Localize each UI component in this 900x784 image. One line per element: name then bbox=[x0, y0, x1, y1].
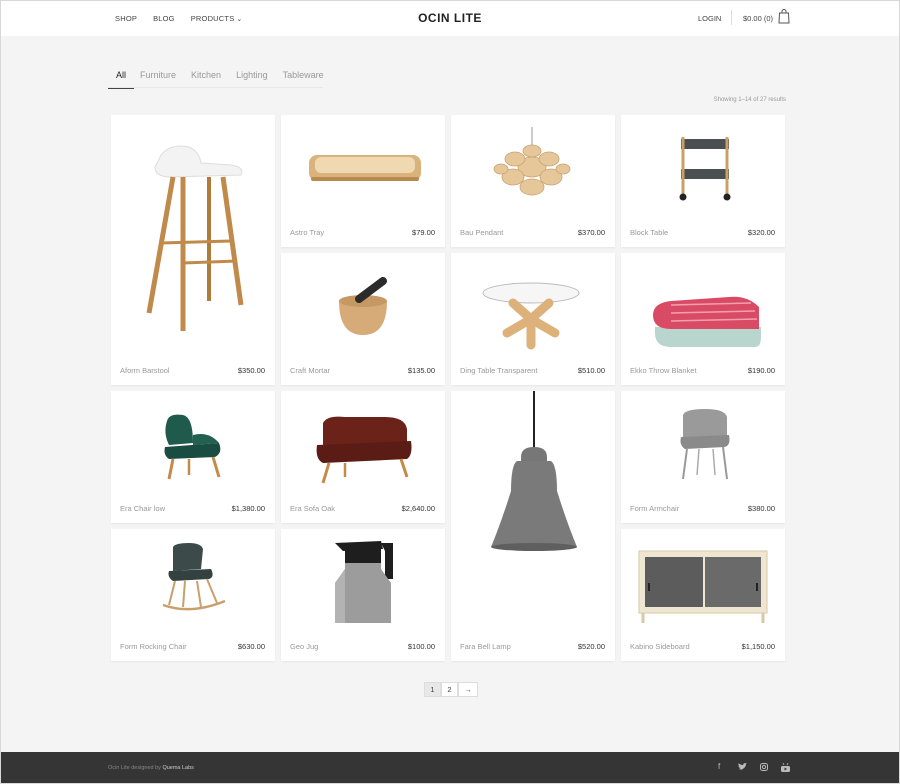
product-price: $510.00 bbox=[577, 366, 605, 375]
next-page-button[interactable]: → bbox=[458, 682, 478, 697]
product-card-era-sofa[interactable]: Era Sofa Oak $2,640.00 bbox=[281, 391, 445, 523]
login-link[interactable]: LOGIN bbox=[698, 14, 721, 23]
product-card-form-rocking-chair[interactable]: Form Rocking Chair $630.00 bbox=[111, 529, 275, 661]
product-name[interactable]: Ekko Throw Blanket bbox=[630, 366, 697, 375]
sofa-image bbox=[316, 416, 412, 484]
twitter-icon[interactable] bbox=[738, 763, 747, 771]
product-name[interactable]: Astro Tray bbox=[290, 228, 324, 237]
pagination: 1 2 → bbox=[424, 682, 478, 697]
footer-credit-prefix: Ocin Lite designed by bbox=[108, 765, 161, 771]
product-price: $630.00 bbox=[237, 642, 265, 651]
product-card-block-table[interactable]: Block Table $320.00 bbox=[621, 115, 785, 247]
product-price: $320.00 bbox=[747, 228, 775, 237]
product-price: $135.00 bbox=[407, 366, 435, 375]
shopping-bag-icon[interactable] bbox=[778, 9, 790, 24]
product-price: $2,640.00 bbox=[401, 504, 435, 513]
sideboard-image bbox=[638, 550, 768, 623]
product-price: $350.00 bbox=[237, 366, 265, 375]
jug-image bbox=[335, 541, 393, 623]
product-card-fara-bell-lamp[interactable]: Fara Bell Lamp $520.00 bbox=[451, 391, 615, 661]
product-card-ding-table[interactable]: Ding Table Transparent $510.00 bbox=[451, 253, 615, 385]
product-card-era-chair-low[interactable]: Era Chair low $1,380.00 bbox=[111, 391, 275, 523]
product-price: $1,150.00 bbox=[741, 642, 775, 651]
product-price: $370.00 bbox=[577, 228, 605, 237]
product-name[interactable]: Fara Bell Lamp bbox=[460, 642, 511, 651]
product-name[interactable]: Kabino Sideboard bbox=[630, 642, 690, 651]
pendant-image bbox=[493, 127, 571, 196]
product-name[interactable]: Form Armchair bbox=[630, 504, 679, 513]
page-1-button[interactable]: 1 bbox=[424, 682, 441, 697]
cart-total[interactable]: $0.00 (0) bbox=[743, 14, 773, 23]
product-card-ekko-blanket[interactable]: Ekko Throw Blanket $190.00 bbox=[621, 253, 785, 385]
product-card-kabino-sideboard[interactable]: Kabino Sideboard $1,150.00 bbox=[621, 529, 785, 661]
product-price: $1,380.00 bbox=[231, 504, 265, 513]
product-card-astro-tray[interactable]: Astro Tray $79.00 bbox=[281, 115, 445, 247]
instagram-icon[interactable] bbox=[760, 763, 768, 771]
product-name[interactable]: Block Table bbox=[630, 228, 668, 237]
barstool-image bbox=[146, 145, 244, 331]
filter-underline bbox=[108, 87, 323, 88]
form-armchair-image bbox=[680, 409, 730, 480]
product-price: $380.00 bbox=[747, 504, 775, 513]
era-chair-image bbox=[164, 414, 221, 480]
ding-table-image bbox=[482, 282, 580, 350]
site-header: SHOP BLOG PRODUCTS ⌄ OCIN LITE LOGIN $0.0… bbox=[1, 1, 899, 36]
product-card-form-armchair[interactable]: Form Armchair $380.00 bbox=[621, 391, 785, 523]
product-name[interactable]: Era Chair low bbox=[120, 504, 165, 513]
product-card-aform-barstool[interactable]: Aform Barstool $350.00 bbox=[111, 115, 275, 385]
product-name[interactable]: Form Rocking Chair bbox=[120, 642, 187, 651]
product-price: $79.00 bbox=[412, 228, 435, 237]
block-table-image bbox=[679, 137, 731, 201]
product-name[interactable]: Bau Pendant bbox=[460, 228, 503, 237]
product-name[interactable]: Geo Jug bbox=[290, 642, 318, 651]
tray-image bbox=[309, 155, 421, 181]
facebook-icon[interactable]: f bbox=[718, 762, 720, 771]
blanket-image bbox=[653, 296, 761, 347]
product-card-bau-pendant[interactable]: Bau Pendant $370.00 bbox=[451, 115, 615, 247]
page-2-button[interactable]: 2 bbox=[441, 682, 458, 697]
bell-lamp-image bbox=[491, 391, 577, 551]
header-divider bbox=[731, 10, 732, 25]
site-footer: Ocin Lite designed by Quema Labs f bbox=[1, 752, 899, 783]
product-name[interactable]: Ding Table Transparent bbox=[460, 366, 537, 375]
youtube-icon[interactable] bbox=[781, 763, 790, 772]
product-price: $100.00 bbox=[407, 642, 435, 651]
product-name[interactable]: Aform Barstool bbox=[120, 366, 170, 375]
footer-credit: Ocin Lite designed by Quema Labs bbox=[108, 765, 194, 771]
product-name[interactable]: Era Sofa Oak bbox=[290, 504, 335, 513]
mortar-image bbox=[339, 277, 387, 335]
results-count: Showing 1–14 of 27 results bbox=[713, 97, 786, 103]
product-price: $520.00 bbox=[577, 642, 605, 651]
product-card-craft-mortar[interactable]: Craft Mortar $135.00 bbox=[281, 253, 445, 385]
rocking-chair-image bbox=[162, 543, 226, 611]
product-name[interactable]: Craft Mortar bbox=[290, 366, 330, 375]
footer-credit-link[interactable]: Quema Labs bbox=[162, 765, 194, 771]
product-price: $190.00 bbox=[747, 366, 775, 375]
product-card-geo-jug[interactable]: Geo Jug $100.00 bbox=[281, 529, 445, 661]
